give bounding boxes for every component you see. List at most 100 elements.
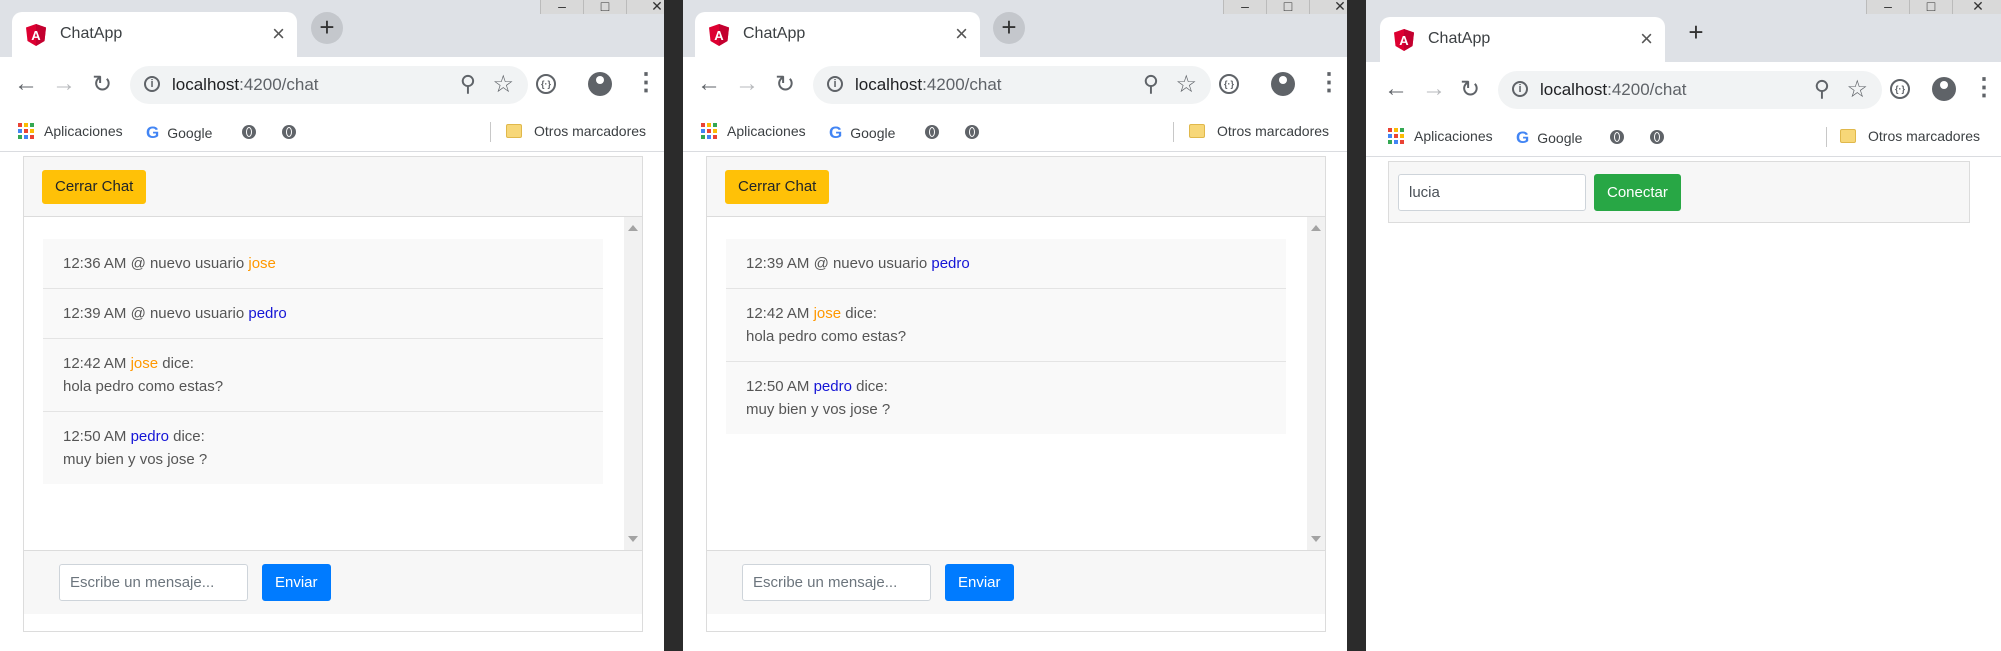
close-window-icon[interactable]: ✕ — [1309, 0, 1347, 14]
minimize-icon[interactable]: – — [1866, 0, 1909, 14]
message-item: 12:36 AM @ nuevo usuario jose — [43, 239, 603, 289]
bookmark-globe-2[interactable] — [965, 125, 979, 139]
send-button[interactable]: Enviar — [945, 564, 1014, 601]
bookmark-globe-2[interactable] — [282, 125, 296, 139]
maximize-icon[interactable]: □ — [583, 0, 626, 14]
tab-close-icon[interactable]: × — [1640, 26, 1653, 52]
close-window-icon[interactable]: ✕ — [1952, 0, 2001, 14]
profile-icon[interactable] — [1932, 77, 1956, 101]
new-tab-button[interactable]: + — [311, 12, 343, 44]
scroll-up-icon[interactable] — [1311, 225, 1321, 231]
tab-chatapp[interactable]: A ChatApp × — [695, 12, 980, 57]
url-path: :4200/chat — [922, 75, 1002, 94]
scrollbar[interactable] — [624, 217, 642, 550]
bookmark-globe-1[interactable] — [925, 125, 939, 139]
address-bar[interactable]: i localhost:4200/chat ⚲ ☆ — [1498, 71, 1882, 109]
message-item: 12:39 AM @ nuevo usuario pedro — [726, 239, 1286, 289]
bookmark-google-label: Google — [850, 125, 896, 141]
tab-close-icon[interactable]: × — [955, 21, 968, 47]
page-content: Cerrar Chat 12:39 AM @ nuevo usuario ped… — [683, 152, 1347, 651]
forward-arrow-icon[interactable]: → — [1422, 75, 1446, 103]
scroll-up-icon[interactable] — [628, 225, 638, 231]
scrollbar[interactable] — [1307, 217, 1325, 550]
scroll-down-icon[interactable] — [1311, 536, 1321, 542]
extension-icon[interactable]: {·} — [536, 74, 556, 94]
says-text: dice: — [162, 355, 194, 372]
menu-icon[interactable]: ⋮ — [634, 68, 658, 97]
bookmark-apps[interactable]: Aplicaciones — [1388, 128, 1493, 144]
minimize-icon[interactable]: – — [1223, 0, 1266, 14]
profile-icon[interactable] — [588, 72, 612, 96]
message-text: muy bien y vos jose ? — [746, 401, 891, 418]
menu-icon[interactable]: ⋮ — [1317, 68, 1341, 97]
reload-icon[interactable]: ↻ — [1460, 75, 1480, 104]
tab-chatapp[interactable]: A ChatApp × — [12, 12, 297, 57]
forward-arrow-icon[interactable]: → — [735, 70, 759, 98]
message-input[interactable] — [742, 564, 931, 601]
zoom-icon[interactable]: ⚲ — [1143, 71, 1159, 97]
close-chat-button[interactable]: Cerrar Chat — [725, 170, 830, 204]
url-path: :4200/chat — [1607, 80, 1687, 99]
menu-icon[interactable]: ⋮ — [1972, 73, 1996, 102]
new-tab-button[interactable]: + — [1680, 17, 1712, 49]
close-chat-button[interactable]: Cerrar Chat — [42, 170, 147, 204]
info-icon[interactable]: i — [144, 76, 160, 92]
back-arrow-icon[interactable]: ← — [14, 70, 38, 98]
angular-logo-icon: A — [709, 24, 729, 46]
bookmark-apps[interactable]: Aplicaciones — [18, 123, 123, 139]
message-user: pedro — [130, 428, 169, 445]
message-item: 12:42 AM jose dice: hola pedro como esta… — [726, 289, 1286, 362]
bookmark-other[interactable]: Otros marcadores — [1840, 128, 1980, 144]
zoom-icon[interactable]: ⚲ — [1814, 76, 1830, 102]
send-button[interactable]: Enviar — [262, 564, 331, 601]
chat-card: Cerrar Chat 12:36 AM @ nuevo usuario jos… — [23, 156, 643, 632]
tab-chatapp[interactable]: A ChatApp × — [1380, 17, 1665, 62]
chat-card-header: Cerrar Chat — [24, 157, 642, 217]
username-input[interactable] — [1398, 174, 1586, 211]
back-arrow-icon[interactable]: ← — [1384, 75, 1408, 103]
bookmark-globe-1[interactable] — [1610, 130, 1624, 144]
bookmark-google[interactable]: G Google — [1516, 128, 1582, 148]
extension-icon[interactable]: {·} — [1219, 74, 1239, 94]
info-icon[interactable]: i — [1512, 81, 1528, 97]
bookmark-apps-label: Aplicaciones — [44, 123, 123, 139]
bookmark-apps[interactable]: Aplicaciones — [701, 123, 806, 139]
window-controls: – □ ✕ — [1223, 0, 1347, 14]
bookmark-other[interactable]: Otros marcadores — [1189, 123, 1329, 139]
address-bar[interactable]: i localhost:4200/chat ⚲ ☆ — [130, 66, 528, 104]
forward-arrow-icon[interactable]: → — [52, 70, 76, 98]
scroll-down-icon[interactable] — [628, 536, 638, 542]
reload-icon[interactable]: ↻ — [775, 70, 795, 99]
bookmark-globe-1[interactable] — [242, 125, 256, 139]
bookmark-star-icon[interactable]: ☆ — [1846, 75, 1868, 104]
join-text: @ nuevo usuario — [813, 255, 928, 272]
tab-close-icon[interactable]: × — [272, 21, 285, 47]
maximize-icon[interactable]: □ — [1266, 0, 1309, 14]
address-bar[interactable]: i localhost:4200/chat ⚲ ☆ — [813, 66, 1211, 104]
says-text: dice: — [856, 378, 888, 395]
info-icon[interactable]: i — [827, 76, 843, 92]
bookmark-google[interactable]: G Google — [829, 123, 895, 143]
bookmark-other-label: Otros marcadores — [1868, 128, 1981, 144]
bookmark-globe-2[interactable] — [1650, 130, 1664, 144]
minimize-icon[interactable]: – — [540, 0, 583, 14]
maximize-icon[interactable]: □ — [1909, 0, 1952, 14]
bookmark-google[interactable]: G Google — [146, 123, 212, 143]
bookmark-other[interactable]: Otros marcadores — [506, 123, 646, 139]
zoom-icon[interactable]: ⚲ — [460, 71, 476, 97]
back-arrow-icon[interactable]: ← — [697, 70, 721, 98]
join-text: @ nuevo usuario — [130, 305, 245, 322]
bookmark-star-icon[interactable]: ☆ — [492, 70, 514, 99]
message-input[interactable] — [59, 564, 248, 601]
new-tab-button[interactable]: + — [993, 12, 1025, 44]
reload-icon[interactable]: ↻ — [92, 70, 112, 99]
connect-button[interactable]: Conectar — [1594, 174, 1681, 211]
close-window-icon[interactable]: ✕ — [626, 0, 664, 14]
extension-icon[interactable]: {·} — [1890, 79, 1910, 99]
profile-icon[interactable] — [1271, 72, 1295, 96]
bookmark-star-icon[interactable]: ☆ — [1175, 70, 1197, 99]
apps-grid-icon — [701, 123, 717, 139]
globe-icon — [282, 125, 296, 139]
browser-toolbar: ← → ↻ i localhost:4200/chat ⚲ ☆ {·} ⋮ — [0, 57, 664, 113]
angular-logo-icon: A — [26, 24, 46, 46]
